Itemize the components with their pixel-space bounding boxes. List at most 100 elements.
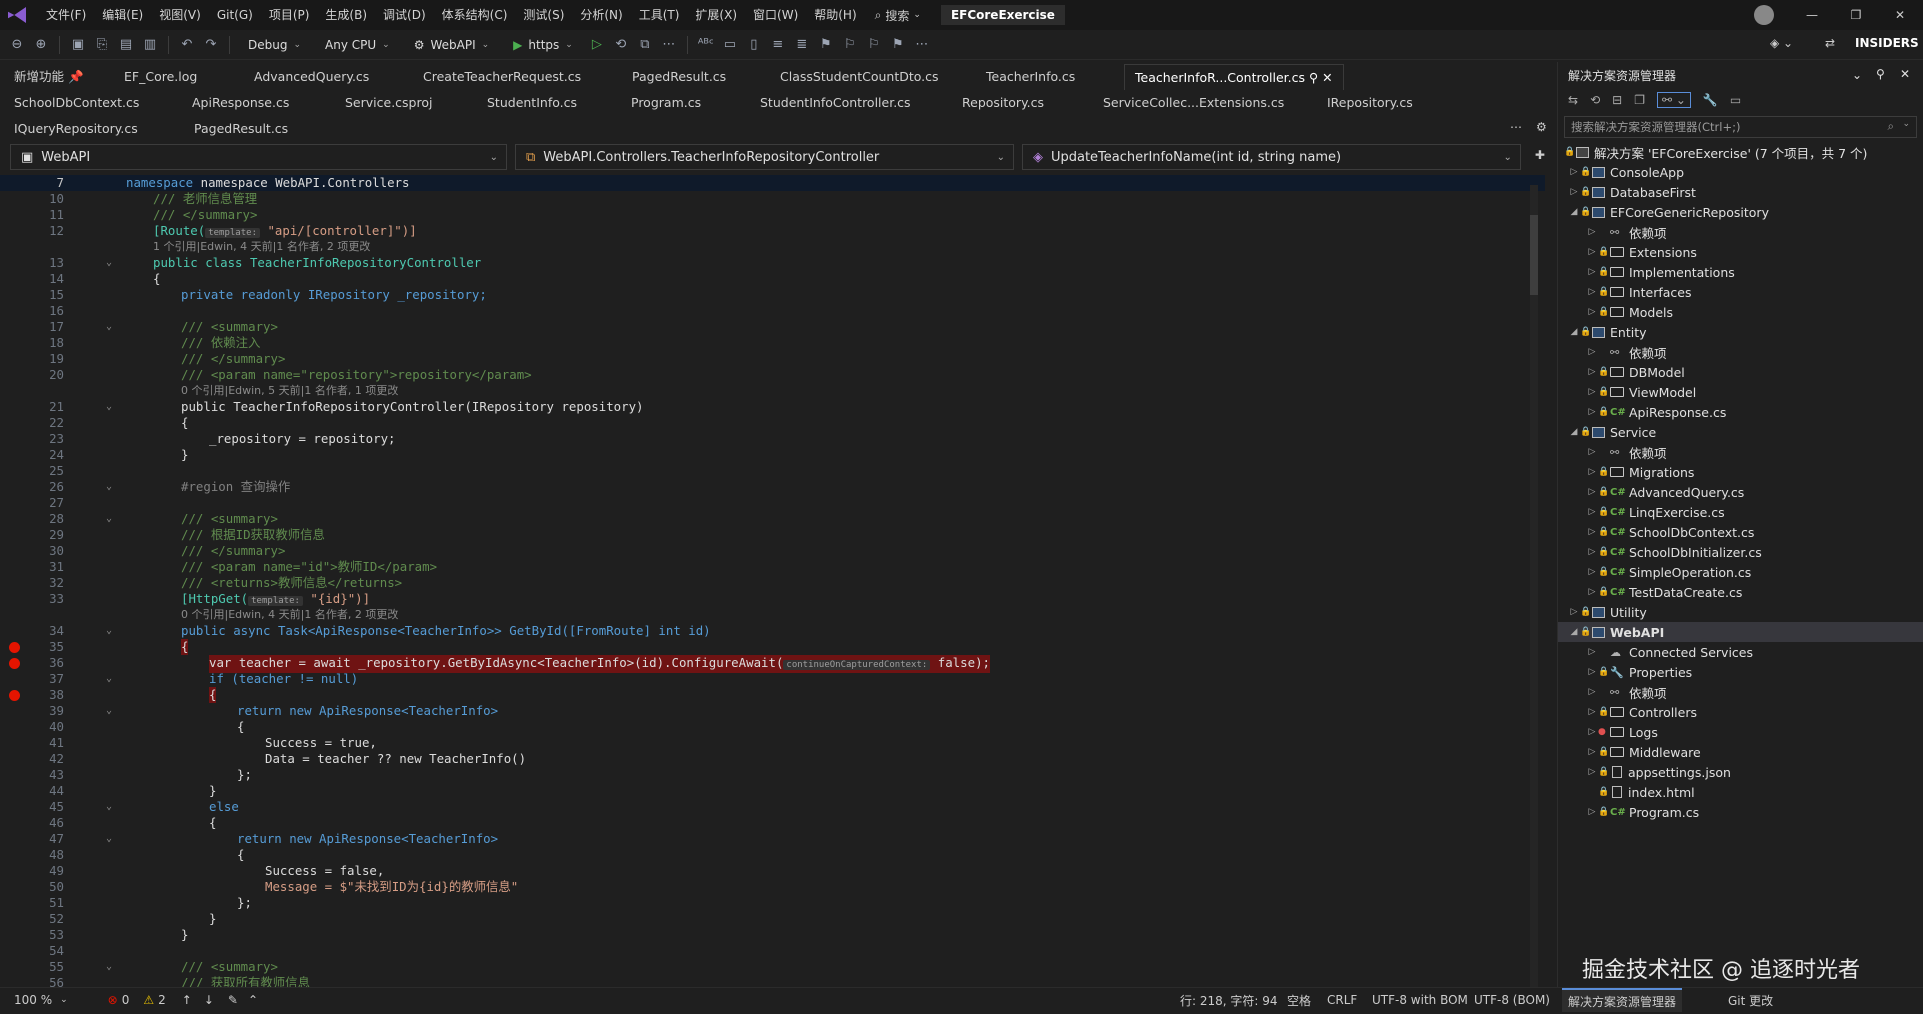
tree-node-file[interactable]: ▷ 🔒 C# TestDataCreate.cs bbox=[1558, 582, 1923, 602]
chevron-down-icon[interactable]: ⌄ bbox=[1902, 119, 1910, 129]
menu-debug[interactable]: 调试(D) bbox=[375, 0, 434, 30]
save-icon[interactable]: ▤ bbox=[117, 36, 135, 54]
tree-node-file[interactable]: ▷ 🔒 C# SchoolDbContext.cs bbox=[1558, 522, 1923, 542]
tab-pagedresult-2[interactable]: PagedResult.cs bbox=[194, 116, 288, 142]
tree-node-folder[interactable]: ▷ 🔒 Middleware bbox=[1558, 742, 1923, 762]
tree-node-folder[interactable]: ▷ 🔒 Interfaces bbox=[1558, 282, 1923, 302]
warning-icon[interactable]: ⚠ bbox=[143, 993, 154, 1007]
menu-tools[interactable]: 工具(T) bbox=[631, 0, 688, 30]
tree-node-folder[interactable]: ▷ 🔒 Extensions bbox=[1558, 242, 1923, 262]
tree-node-project[interactable]: ▷ 🔒 ConsoleApp bbox=[1558, 162, 1923, 182]
tab-solution-explorer[interactable]: 解决方案资源管理器 bbox=[1562, 988, 1683, 1012]
share-icon[interactable]: ⇄ bbox=[1825, 36, 1835, 50]
pin-icon[interactable]: 📌 bbox=[68, 69, 84, 84]
browse-icon[interactable]: ⧉ bbox=[636, 36, 654, 54]
platform-dropdown[interactable]: Any CPU ⌄ bbox=[316, 34, 399, 56]
tab-advancedquery[interactable]: AdvancedQuery.cs bbox=[254, 64, 369, 90]
hot-reload-icon[interactable]: ⟲ bbox=[612, 36, 630, 54]
tree-node-folder[interactable]: ▷ 🔒 Migrations bbox=[1558, 462, 1923, 482]
cursor-position[interactable]: 行: 218, 字符: 94 bbox=[1180, 992, 1278, 1009]
menu-view[interactable]: 视图(V) bbox=[151, 0, 209, 30]
save-all-icon[interactable]: ▥ bbox=[141, 36, 159, 54]
pin-icon[interactable]: ⚲ bbox=[1876, 67, 1885, 81]
tree-node-dependencies[interactable]: ▷ ⚯ 依赖项 bbox=[1558, 442, 1923, 462]
tree-node-dependencies[interactable]: ▷ ⚯ 依赖项 bbox=[1558, 222, 1923, 242]
tab-ef-core-log[interactable]: EF_Core.log bbox=[124, 64, 197, 90]
tab-servicecollection-extensions[interactable]: ServiceCollec...Extensions.cs bbox=[1103, 90, 1284, 116]
tree-node-project[interactable]: ▷ 🔒 DatabaseFirst bbox=[1558, 182, 1923, 202]
menu-extensions[interactable]: 扩展(X) bbox=[687, 0, 745, 30]
vertical-scrollbar[interactable] bbox=[1530, 185, 1538, 987]
configuration-dropdown[interactable]: Debug ⌄ bbox=[239, 34, 310, 56]
tab-git-changes[interactable]: Git 更改 bbox=[1728, 992, 1773, 1009]
codelens-hint[interactable]: 0 个引用|Edwin, 5 天前|1 名作者, 1 项更改 bbox=[181, 383, 398, 399]
tree-node-file[interactable]: ▷ 🔒 C# SimpleOperation.cs bbox=[1558, 562, 1923, 582]
tab-createteacherrequest[interactable]: CreateTeacherRequest.cs bbox=[423, 64, 581, 90]
breakpoint-icon[interactable] bbox=[9, 690, 20, 701]
tab-teacherinfo[interactable]: TeacherInfo.cs bbox=[986, 64, 1075, 90]
close-icon[interactable]: ✕ bbox=[1878, 0, 1922, 30]
codelens-hint[interactable]: 1 个引用|Edwin, 4 天前|1 名作者, 2 项更改 bbox=[153, 239, 370, 255]
properties-icon[interactable]: 🔧 bbox=[1703, 93, 1718, 107]
menu-build[interactable]: 生成(B) bbox=[317, 0, 375, 30]
tab-studentinfocontroller[interactable]: StudentInfoController.cs bbox=[760, 90, 911, 116]
tree-node-connected-services[interactable]: ▷ ☁ Connected Services bbox=[1558, 642, 1923, 662]
start-without-debug-icon[interactable]: ▷ bbox=[588, 36, 606, 54]
startup-project-dropdown[interactable]: ⚙ WebAPI ⌄ bbox=[405, 34, 498, 56]
error-icon[interactable]: ⊗ bbox=[108, 993, 118, 1007]
tree-node-properties[interactable]: ▷ 🔒 🔧 Properties bbox=[1558, 662, 1923, 682]
tree-node-dependencies[interactable]: ▷ ⚯ 依赖项 bbox=[1558, 342, 1923, 362]
scrollbar-thumb[interactable] bbox=[1530, 215, 1538, 295]
minimize-icon[interactable]: — bbox=[1790, 0, 1834, 30]
menu-analyze[interactable]: 分析(N) bbox=[572, 0, 630, 30]
tab-schooldbcontext[interactable]: SchoolDbContext.cs bbox=[14, 90, 139, 116]
menu-project[interactable]: 项目(P) bbox=[261, 0, 318, 30]
solution-search-input[interactable]: 搜索解决方案资源管理器(Ctrl+;) ⌕ ⌄ bbox=[1564, 116, 1917, 138]
tab-repository[interactable]: Repository.cs bbox=[962, 90, 1044, 116]
dropdown-icon[interactable]: ⌄ bbox=[1852, 68, 1862, 82]
project-dropdown[interactable]: ▣ WebAPI ⌄ bbox=[10, 144, 507, 170]
tree-node-project[interactable]: ◢ 🔒 Entity bbox=[1558, 322, 1923, 342]
breakpoint-icon[interactable] bbox=[9, 658, 20, 669]
menu-architecture[interactable]: 体系结构(C) bbox=[434, 0, 516, 30]
tree-node-file[interactable]: ▷ 🔒 appsettings.json bbox=[1558, 762, 1923, 782]
tree-node-project[interactable]: ▷ 🔒 Utility bbox=[1558, 602, 1923, 622]
redo-icon[interactable]: ↷ bbox=[202, 36, 220, 54]
forward-icon[interactable]: ⊕ bbox=[32, 36, 50, 54]
expand-icon[interactable]: ⌃ bbox=[248, 993, 258, 1007]
tree-node-file[interactable]: ▷ 🔒 C# AdvancedQuery.cs bbox=[1558, 482, 1923, 502]
search-button[interactable]: ⌕ 搜索 ⌄ bbox=[865, 7, 931, 24]
codelens-hint[interactable]: 0 个引用|Edwin, 4 天前|1 名作者, 2 项更改 bbox=[181, 607, 398, 623]
more-icon[interactable]: ⋯ bbox=[913, 36, 931, 54]
zoom-level[interactable]: 100 % bbox=[14, 993, 52, 1007]
tree-node-project-selected[interactable]: ◢ 🔒 WebAPI bbox=[1558, 622, 1923, 642]
menu-window[interactable]: 窗口(W) bbox=[745, 0, 806, 30]
undo-icon[interactable]: ↶ bbox=[178, 36, 196, 54]
run-button[interactable]: ▶ https ⌄ bbox=[504, 34, 582, 56]
next-bookmark-icon[interactable]: ⚐ bbox=[865, 36, 883, 54]
tab-whats-new[interactable]: 新增功能 📌 bbox=[14, 64, 84, 90]
tree-node-folder[interactable]: ▷ 🔒 ViewModel bbox=[1558, 382, 1923, 402]
uncomment-icon[interactable]: ▯ bbox=[745, 36, 763, 54]
collapse-icon[interactable]: ⊟ bbox=[1612, 93, 1622, 107]
close-icon[interactable]: ✕ bbox=[1900, 67, 1910, 81]
down-arrow-icon[interactable]: ↓ bbox=[204, 993, 214, 1007]
file-encoding-2[interactable]: UTF-8 (BOM) bbox=[1474, 993, 1550, 1007]
filter-icon[interactable]: ⚯ ⌄ bbox=[1656, 92, 1691, 108]
restore-icon[interactable]: ❐ bbox=[1834, 0, 1878, 30]
comment-icon[interactable]: ▭ bbox=[721, 36, 739, 54]
tree-node-folder[interactable]: ▷ 🔒 DBModel bbox=[1558, 362, 1923, 382]
copilot-icon[interactable]: ◈ ⌄ bbox=[1770, 36, 1793, 50]
file-encoding[interactable]: UTF-8 with BOM bbox=[1372, 993, 1468, 1007]
tab-pagedresult[interactable]: PagedResult.cs bbox=[632, 64, 726, 90]
up-arrow-icon[interactable]: ↑ bbox=[182, 993, 192, 1007]
spellcheck-icon[interactable]: ᴬᴮᶜ bbox=[697, 36, 715, 54]
prev-bookmark-icon[interactable]: ⚐ bbox=[841, 36, 859, 54]
close-icon[interactable]: ✕ bbox=[1322, 70, 1332, 85]
tree-node-solution[interactable]: 🔒 解决方案 'EFCoreExercise' (7 个项目，共 7 个) bbox=[1558, 142, 1923, 162]
back-icon[interactable]: ⊖ bbox=[8, 36, 26, 54]
tab-apiresponse[interactable]: ApiResponse.cs bbox=[192, 90, 289, 116]
tab-iqueryrepository[interactable]: IQueryRepository.cs bbox=[14, 116, 138, 142]
cleanup-icon[interactable]: ✎ bbox=[228, 993, 238, 1007]
menu-edit[interactable]: 编辑(E) bbox=[94, 0, 151, 30]
